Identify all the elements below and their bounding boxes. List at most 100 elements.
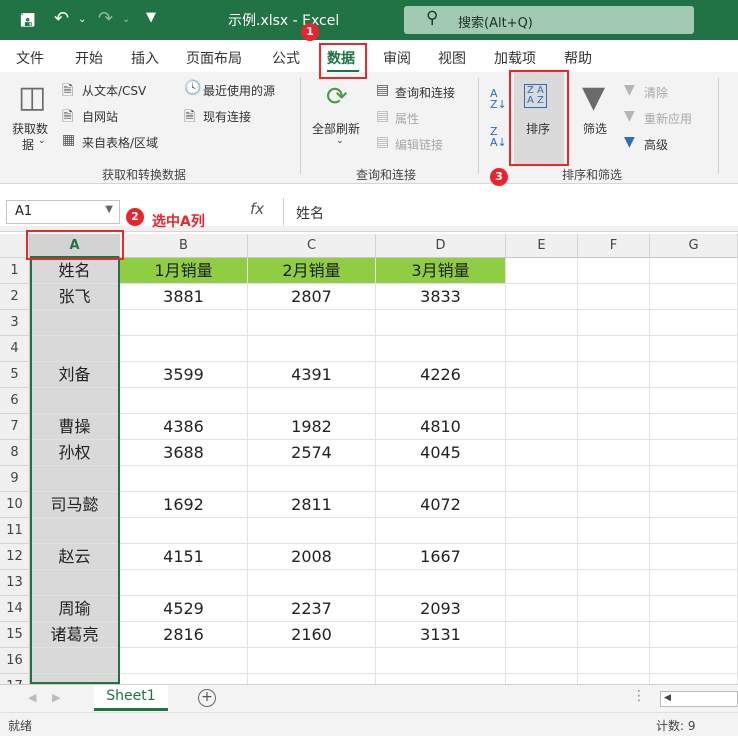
cell-a7[interactable]: 曹操 bbox=[30, 414, 120, 440]
formula-input[interactable]: 姓名 bbox=[283, 198, 738, 226]
row-header-7[interactable]: 7 bbox=[0, 414, 30, 440]
cell-g1[interactable] bbox=[650, 258, 738, 284]
cell-a4[interactable] bbox=[30, 336, 120, 362]
column-header-d[interactable]: D bbox=[376, 234, 506, 258]
cell-e5[interactable] bbox=[506, 362, 578, 388]
cell-g15[interactable] bbox=[650, 622, 738, 648]
cell-d9[interactable] bbox=[376, 466, 506, 492]
cell-b5[interactable]: 3599 bbox=[120, 362, 248, 388]
cell-d12[interactable]: 1667 bbox=[376, 544, 506, 570]
cell-c1[interactable]: 2月销量 bbox=[248, 258, 376, 284]
cell-c10[interactable]: 2811 bbox=[248, 492, 376, 518]
cell-e11[interactable] bbox=[506, 518, 578, 544]
row-header-8[interactable]: 8 bbox=[0, 440, 30, 466]
customize-toolbar-icon[interactable]: ▼ bbox=[146, 10, 156, 25]
cell-d13[interactable] bbox=[376, 570, 506, 596]
cell-a16[interactable] bbox=[30, 648, 120, 674]
cell-d5[interactable]: 4226 bbox=[376, 362, 506, 388]
cell-d15[interactable]: 3131 bbox=[376, 622, 506, 648]
cell-f11[interactable] bbox=[578, 518, 650, 544]
search-box[interactable]: ⚲ 搜索(Alt+Q) bbox=[404, 6, 694, 34]
clear-button[interactable]: 清除 bbox=[644, 84, 668, 101]
row-header-13[interactable]: 13 bbox=[0, 570, 30, 596]
cell-f12[interactable] bbox=[578, 544, 650, 570]
cell-c9[interactable] bbox=[248, 466, 376, 492]
cell-d14[interactable]: 2093 bbox=[376, 596, 506, 622]
cell-a9[interactable] bbox=[30, 466, 120, 492]
worksheet-grid[interactable]: A B C D E F G 1 姓名 1月销量 2月销量 3月销量 2 张飞 3881 2807… bbox=[0, 234, 738, 684]
cell-a1[interactable]: 姓名 bbox=[30, 258, 120, 284]
cell-g11[interactable] bbox=[650, 518, 738, 544]
filter-button[interactable]: 筛选 bbox=[583, 120, 607, 137]
tab-file[interactable]: 文件 bbox=[16, 48, 44, 68]
row-header-2[interactable]: 2 bbox=[0, 284, 30, 310]
tab-addins[interactable]: 加载项 bbox=[494, 48, 536, 68]
redo-icon[interactable]: ↷ bbox=[98, 8, 113, 29]
cell-d1[interactable]: 3月销量 bbox=[376, 258, 506, 284]
cell-e4[interactable] bbox=[506, 336, 578, 362]
cell-a10[interactable]: 司马懿 bbox=[30, 492, 120, 518]
cell-f16[interactable] bbox=[578, 648, 650, 674]
cell-a12[interactable]: 赵云 bbox=[30, 544, 120, 570]
cell-b17[interactable] bbox=[120, 674, 248, 684]
cell-c17[interactable] bbox=[248, 674, 376, 684]
row-header-12[interactable]: 12 bbox=[0, 544, 30, 570]
cell-c6[interactable] bbox=[248, 388, 376, 414]
existing-connections-button[interactable]: 现有连接 bbox=[203, 108, 251, 125]
row-header-1[interactable]: 1 bbox=[0, 258, 30, 284]
cell-b14[interactable]: 4529 bbox=[120, 596, 248, 622]
cell-f7[interactable] bbox=[578, 414, 650, 440]
cell-g9[interactable] bbox=[650, 466, 738, 492]
cell-f5[interactable] bbox=[578, 362, 650, 388]
sort-ascending-icon[interactable]: A Z↓ bbox=[490, 88, 507, 110]
column-header-g[interactable]: G bbox=[650, 234, 738, 258]
redo-dropdown-icon[interactable]: ⌄ bbox=[122, 14, 130, 25]
cell-f9[interactable] bbox=[578, 466, 650, 492]
previous-sheet-icon[interactable]: ◀ bbox=[28, 691, 36, 704]
next-sheet-icon[interactable]: ▶ bbox=[52, 691, 60, 704]
cell-e9[interactable] bbox=[506, 466, 578, 492]
filter-icon[interactable]: ▼ bbox=[582, 80, 605, 115]
cell-g3[interactable] bbox=[650, 310, 738, 336]
row-header-6[interactable]: 6 bbox=[0, 388, 30, 414]
cell-c15[interactable]: 2160 bbox=[248, 622, 376, 648]
cell-a5[interactable]: 刘备 bbox=[30, 362, 120, 388]
cell-e10[interactable] bbox=[506, 492, 578, 518]
cell-a8[interactable]: 孙权 bbox=[30, 440, 120, 466]
cell-e7[interactable] bbox=[506, 414, 578, 440]
edit-links-button[interactable]: 编辑链接 bbox=[395, 136, 443, 153]
cell-c11[interactable] bbox=[248, 518, 376, 544]
column-header-c[interactable]: C bbox=[248, 234, 376, 258]
cell-a17[interactable] bbox=[30, 674, 120, 684]
cell-e2[interactable] bbox=[506, 284, 578, 310]
cell-c5[interactable]: 4391 bbox=[248, 362, 376, 388]
cell-c8[interactable]: 2574 bbox=[248, 440, 376, 466]
row-header-17[interactable]: 17 bbox=[0, 674, 30, 684]
sort-descending-icon[interactable]: Z A↓ bbox=[490, 126, 507, 148]
function-icon[interactable]: fx bbox=[250, 200, 264, 218]
cell-g5[interactable] bbox=[650, 362, 738, 388]
cell-b11[interactable] bbox=[120, 518, 248, 544]
tab-page-layout[interactable]: 页面布局 bbox=[186, 48, 242, 68]
cell-f10[interactable] bbox=[578, 492, 650, 518]
cell-g17[interactable] bbox=[650, 674, 738, 684]
from-web-button[interactable]: 自网站 bbox=[82, 108, 118, 125]
row-header-3[interactable]: 3 bbox=[0, 310, 30, 336]
from-table-button[interactable]: 来自表格/区域 bbox=[82, 134, 158, 151]
name-box[interactable]: A1 ▼ bbox=[6, 200, 120, 224]
cell-e8[interactable] bbox=[506, 440, 578, 466]
cell-f15[interactable] bbox=[578, 622, 650, 648]
cell-b10[interactable]: 1692 bbox=[120, 492, 248, 518]
undo-icon[interactable]: ↶ bbox=[54, 8, 69, 29]
from-text-csv-button[interactable]: 从文本/CSV bbox=[82, 82, 146, 99]
tab-help[interactable]: 帮助 bbox=[564, 48, 592, 68]
cell-d11[interactable] bbox=[376, 518, 506, 544]
cell-g12[interactable] bbox=[650, 544, 738, 570]
cell-f4[interactable] bbox=[578, 336, 650, 362]
cell-f13[interactable] bbox=[578, 570, 650, 596]
row-header-16[interactable]: 16 bbox=[0, 648, 30, 674]
cell-a11[interactable] bbox=[30, 518, 120, 544]
cell-g16[interactable] bbox=[650, 648, 738, 674]
plus-circle-icon[interactable]: + bbox=[198, 689, 216, 707]
row-header-9[interactable]: 9 bbox=[0, 466, 30, 492]
